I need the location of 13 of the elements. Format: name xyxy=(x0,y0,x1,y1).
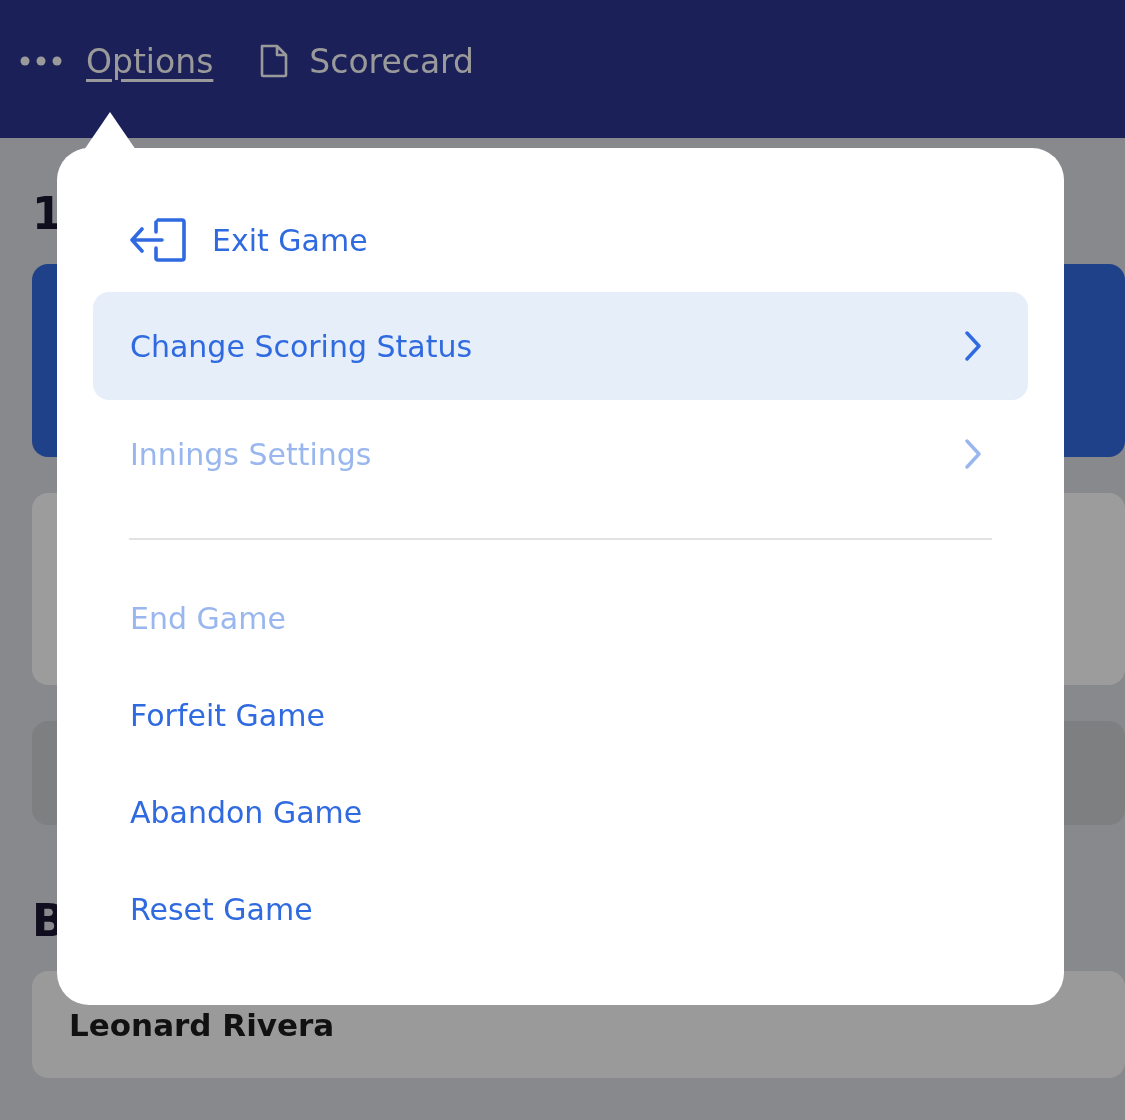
menu-item[interactable]: Change Scoring Status xyxy=(93,292,1028,400)
document-icon[interactable] xyxy=(259,44,290,78)
menu-item[interactable]: Abandon Game xyxy=(93,764,1028,861)
more-icon[interactable] xyxy=(20,55,62,67)
page-heading: 1 xyxy=(32,188,63,241)
exit-icon xyxy=(130,218,186,262)
chevron-right-icon xyxy=(964,331,982,361)
scorecard-tab[interactable]: Scorecard xyxy=(309,41,475,81)
menu-item[interactable]: Exit Game xyxy=(93,192,1028,288)
chevron-right-icon xyxy=(964,439,982,469)
menu-item[interactable]: Forfeit Game xyxy=(93,667,1028,764)
menu-item[interactable]: Reset Game xyxy=(93,861,1028,958)
options-link[interactable]: Options xyxy=(86,41,214,81)
